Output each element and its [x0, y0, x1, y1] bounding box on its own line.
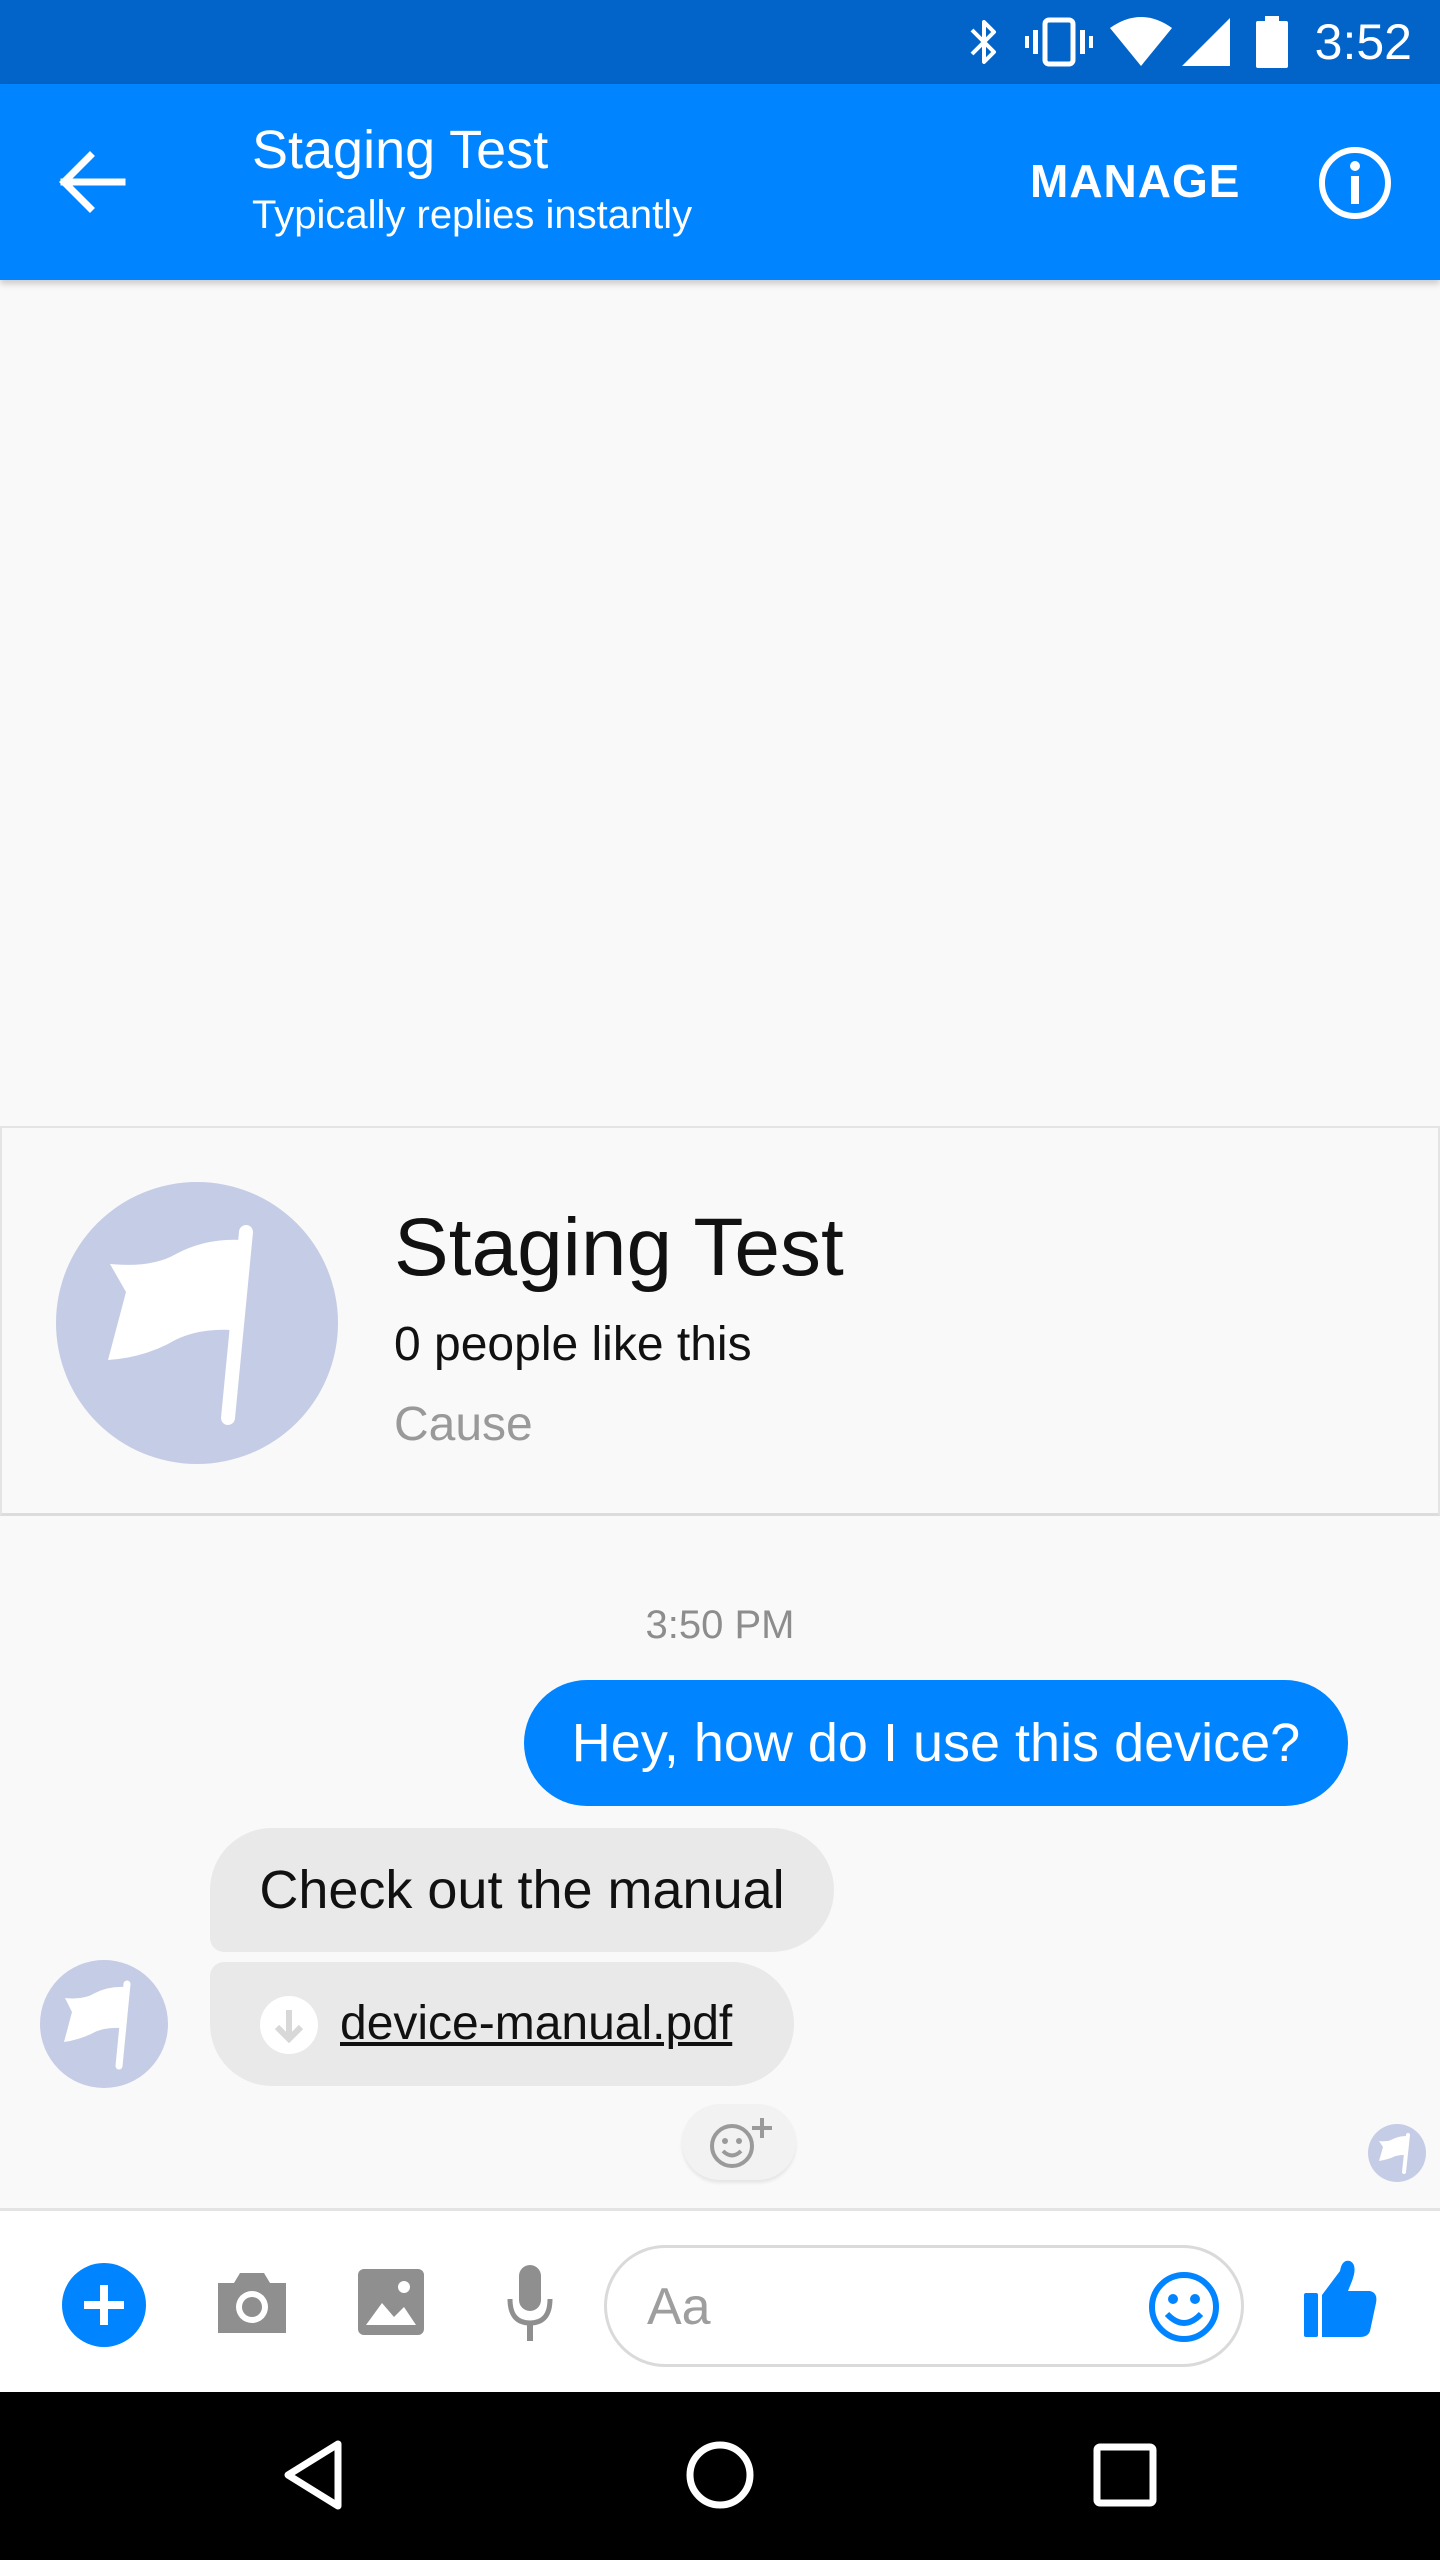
- outgoing-message-bubble[interactable]: Hey, how do I use this device?: [524, 1680, 1348, 1806]
- page-info-card[interactable]: Staging Test 0 people like this Cause: [0, 1126, 1440, 1516]
- add-icon[interactable]: [62, 2263, 146, 2347]
- thumbs-up-icon[interactable]: [1302, 2257, 1378, 2341]
- file-attachment-bubble[interactable]: device-manual.pdf: [210, 1962, 794, 2086]
- bluetooth-icon: [970, 20, 996, 64]
- sender-avatar-flag-icon[interactable]: [40, 1960, 168, 2088]
- page-name: Staging Test: [394, 1202, 844, 1293]
- download-icon: [260, 1996, 318, 2054]
- page-category: Cause: [394, 1398, 533, 1451]
- add-reaction-button[interactable]: [682, 2104, 796, 2180]
- conversation-header: Staging Test Typically replies instantly…: [0, 84, 1440, 280]
- message-input-placeholder: Aa: [647, 2278, 711, 2336]
- message-input[interactable]: Aa: [604, 2245, 1244, 2367]
- message-composer: Aa: [0, 2208, 1440, 2392]
- gallery-icon[interactable]: [356, 2267, 426, 2337]
- response-time-subtitle: Typically replies instantly: [252, 193, 693, 237]
- home-circle-icon[interactable]: [675, 2430, 765, 2520]
- microphone-icon[interactable]: [504, 2263, 556, 2345]
- message-timestamp: 3:50 PM: [645, 1603, 795, 1647]
- system-navigation-bar: [0, 2392, 1440, 2560]
- manage-button[interactable]: MANAGE: [1030, 148, 1240, 214]
- seen-indicator-flag-icon: [1368, 2124, 1426, 2182]
- battery-icon: [1256, 16, 1288, 68]
- add-reaction-icon: [710, 2118, 772, 2168]
- status-time: 3:52: [1314, 14, 1412, 70]
- back-arrow-icon[interactable]: [52, 142, 142, 222]
- wifi-icon: [1110, 17, 1172, 66]
- page-likes-count: 0 people like this: [394, 1318, 752, 1371]
- status-bar: 3:52: [0, 0, 1440, 84]
- recents-square-icon[interactable]: [1080, 2430, 1170, 2520]
- page-avatar-flag-icon: [56, 1182, 338, 1464]
- emoji-icon[interactable]: [1147, 2270, 1221, 2344]
- camera-icon[interactable]: [214, 2267, 290, 2337]
- back-triangle-icon[interactable]: [272, 2430, 362, 2520]
- conversation-title[interactable]: Staging Test: [252, 118, 548, 182]
- incoming-message-bubble[interactable]: Check out the manual: [210, 1828, 834, 1952]
- cell-signal-icon: [1182, 18, 1230, 66]
- info-icon[interactable]: [1316, 144, 1394, 222]
- attachment-file-name[interactable]: device-manual.pdf: [340, 1992, 732, 2056]
- vibrate-icon: [1025, 17, 1093, 67]
